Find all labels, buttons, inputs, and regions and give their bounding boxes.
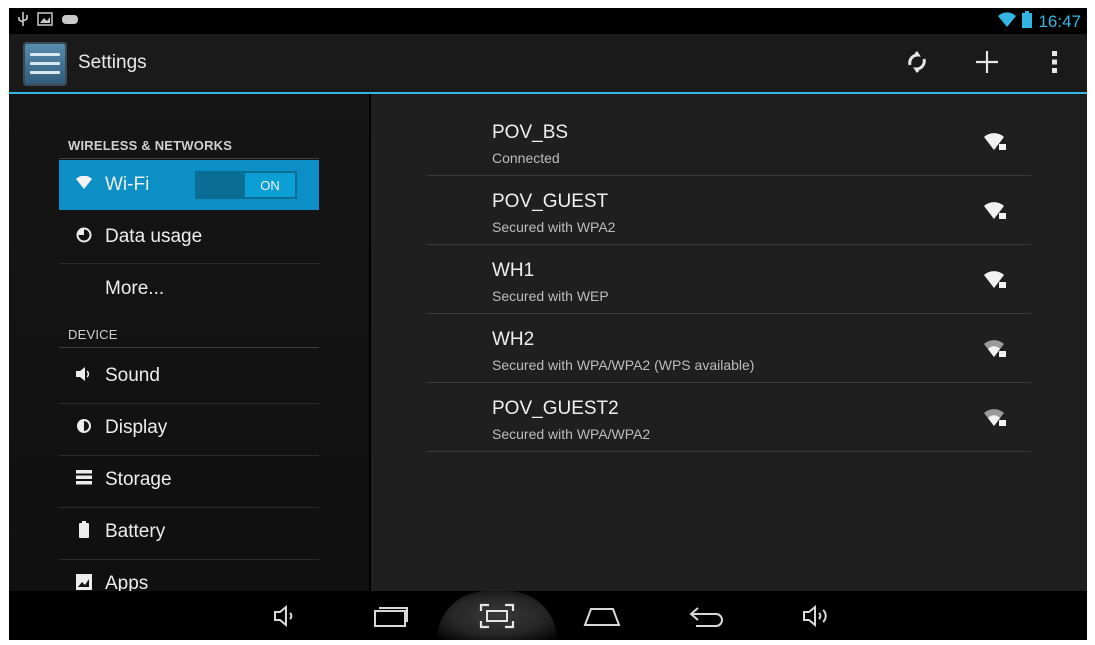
overflow-menu-button[interactable]	[1037, 48, 1073, 82]
screenshot-icon	[479, 603, 515, 628]
wifi-signal-locked-icon	[984, 340, 1006, 357]
sidebar-item-label: Display	[105, 417, 168, 438]
network-item[interactable]: WH1 Secured with WEP	[427, 246, 1031, 314]
settings-app-icon[interactable]	[23, 42, 67, 86]
home-button[interactable]	[567, 591, 637, 640]
sidebar-item-label: Battery	[105, 521, 166, 542]
network-ssid: WH2	[492, 329, 535, 350]
sidebar-item-label: Storage	[105, 469, 172, 490]
sidebar-item-label: Wi-Fi	[105, 174, 150, 195]
network-ssid: POV_GUEST	[492, 191, 609, 212]
network-status: Secured with WPA/WPA2	[492, 426, 651, 442]
list-divider	[427, 244, 1031, 245]
plus-icon	[975, 50, 999, 81]
usb-icon	[17, 11, 29, 30]
battery-status-icon	[1022, 11, 1033, 33]
action-bar: Settings	[9, 34, 1087, 94]
wifi-network-list: POV_BS Connected POV_GUEST Secured with …	[371, 94, 1087, 591]
network-status: Connected	[492, 150, 560, 166]
volume-up-button[interactable]	[781, 591, 851, 640]
network-item[interactable]: WH2 Secured with WPA/WPA2 (WPS available…	[427, 315, 1031, 383]
speaker-icon	[67, 366, 101, 387]
settings-categories: WIRELESS & NETWORKS Wi-Fi ON Data usage …	[9, 94, 369, 594]
page-title: Settings	[78, 52, 147, 73]
wifi-signal-locked-icon	[984, 202, 1006, 219]
screenshot-button[interactable]	[437, 591, 557, 640]
list-divider	[427, 175, 1031, 176]
wifi-toggle[interactable]: ON	[195, 171, 297, 199]
sidebar-item-wifi[interactable]: Wi-Fi ON	[59, 160, 319, 210]
recent-apps-icon	[374, 606, 408, 627]
sidebar-item-storage[interactable]: Storage	[59, 455, 319, 505]
network-item[interactable]: POV_GUEST Secured with WPA2	[427, 177, 1031, 245]
sidebar-item-label: More...	[105, 278, 165, 299]
data-usage-icon	[67, 227, 101, 248]
sidebar-item-more[interactable]: More...	[59, 264, 319, 314]
network-item[interactable]: POV_BS Connected	[427, 108, 1031, 176]
wifi-signal-locked-icon	[984, 271, 1006, 288]
system-status: 16:47	[998, 11, 1081, 33]
home-icon	[583, 607, 621, 626]
list-divider	[427, 382, 1031, 383]
list-divider	[427, 313, 1031, 314]
wifi-signal-locked-icon	[984, 133, 1006, 150]
network-status: Secured with WEP	[492, 288, 609, 304]
network-ssid: POV_BS	[492, 122, 569, 143]
sidebar-item-label: Data usage	[105, 226, 203, 247]
clock: 16:47	[1038, 12, 1081, 31]
android-screen: 16:47 Settings WIRELESS & NETWORKS Wi-Fi…	[9, 8, 1087, 640]
navigation-bar	[9, 591, 1087, 640]
status-bar: 16:47	[9, 8, 1087, 34]
back-button[interactable]	[673, 591, 743, 640]
network-ssid: POV_GUEST2	[492, 398, 619, 419]
sidebar-item-data-usage[interactable]: Data usage	[59, 212, 319, 262]
section-header-device: DEVICE	[68, 327, 118, 342]
wps-push-button[interactable]	[899, 48, 935, 82]
wps-icon	[904, 49, 930, 82]
network-ssid: WH1	[492, 260, 535, 281]
list-divider	[427, 451, 1031, 452]
network-item[interactable]: POV_GUEST2 Secured with WPA/WPA2	[427, 384, 1031, 452]
recent-apps-button[interactable]	[356, 591, 426, 640]
sidebar-item-sound[interactable]: Sound	[59, 351, 319, 401]
section-divider	[59, 347, 319, 348]
image-notification-icon	[37, 11, 53, 30]
wifi-status-icon	[998, 11, 1017, 33]
back-icon	[689, 606, 723, 627]
sidebar-item-display[interactable]: Display	[59, 403, 319, 453]
sidebar-item-battery[interactable]: Battery	[59, 507, 319, 557]
wifi-toggle-state: ON	[245, 173, 295, 197]
notification-icons	[17, 11, 79, 30]
section-divider	[59, 158, 319, 159]
wifi-icon	[67, 175, 101, 195]
sidebar-item-label: Sound	[105, 365, 160, 386]
network-status: Secured with WPA2	[492, 219, 616, 235]
battery-icon	[67, 521, 101, 543]
storage-icon	[67, 470, 101, 490]
add-network-button[interactable]	[969, 48, 1005, 82]
overflow-dots-icon	[1051, 50, 1059, 81]
network-status: Secured with WPA/WPA2 (WPS available)	[492, 357, 755, 373]
gamepad-icon	[61, 11, 79, 30]
wifi-signal-locked-icon	[984, 409, 1006, 426]
display-icon	[67, 418, 101, 439]
volume-down-button[interactable]	[250, 591, 320, 640]
volume-up-icon	[803, 604, 827, 627]
volume-down-icon	[274, 604, 293, 627]
section-header-wireless: WIRELESS & NETWORKS	[68, 138, 233, 153]
